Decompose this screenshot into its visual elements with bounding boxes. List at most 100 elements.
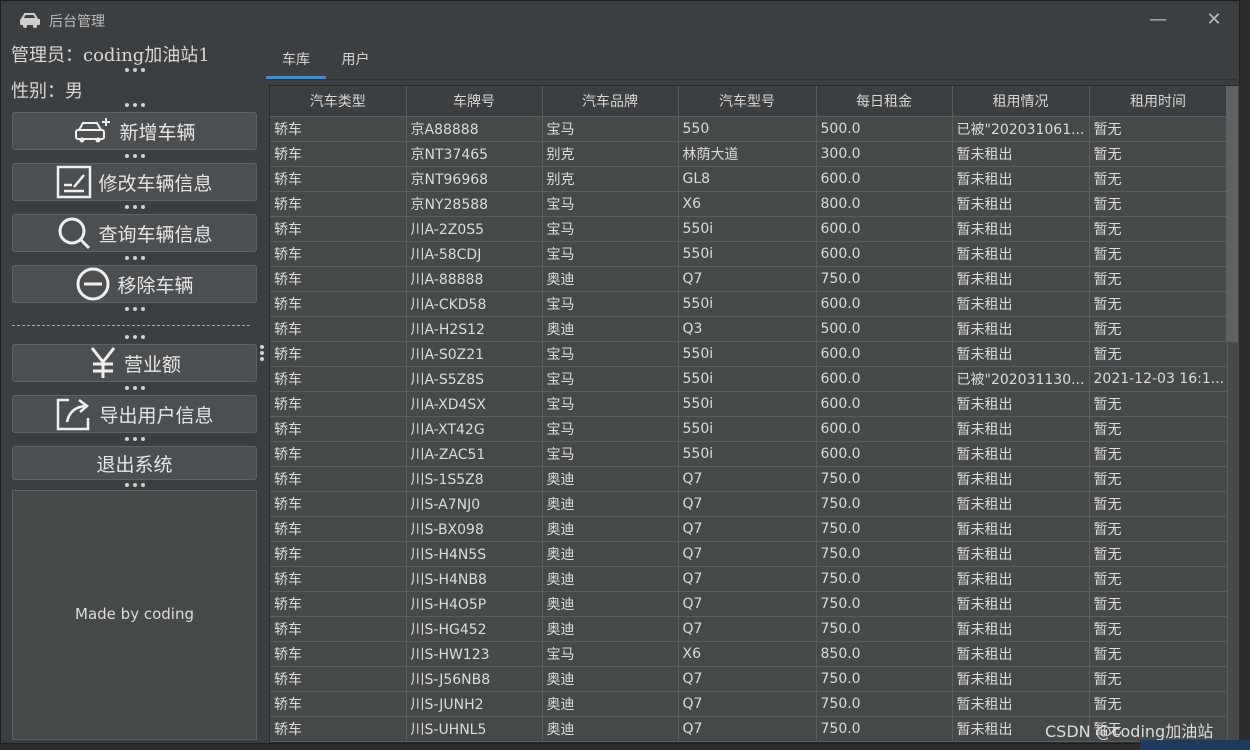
table-cell[interactable]: 750.0 (816, 666, 953, 692)
table-cell[interactable]: 川S-J56NB8 (406, 666, 543, 692)
table-cell[interactable]: 2021-12-03 16:1... (1089, 366, 1228, 392)
table-cell[interactable]: 750.0 (816, 266, 953, 292)
table-cell[interactable]: 轿车 (270, 266, 407, 292)
table-cell[interactable]: 500.0 (816, 316, 953, 342)
table-cell[interactable]: 京A88888 (406, 116, 543, 142)
table-cell[interactable]: 川S-HG452 (406, 616, 543, 642)
vertical-scrollbar[interactable] (1226, 86, 1238, 342)
table-cell[interactable]: 暂无 (1089, 191, 1228, 217)
table-cell[interactable]: 川A-XD4SX (406, 391, 543, 417)
table-cell[interactable]: 轿车 (270, 166, 407, 192)
table-cell[interactable]: 宝马 (542, 341, 679, 367)
table-row[interactable]: 轿车 川A-S0Z21 宝马 550i 600.0 暂未租出 暂无 (270, 341, 1228, 367)
table-cell[interactable]: 轿车 (270, 591, 407, 617)
table-cell[interactable]: 750.0 (816, 591, 953, 617)
table-row[interactable]: 轿车 京NY28588 宝马 X6 800.0 暂未租出 暂无 (270, 191, 1228, 217)
table-cell[interactable]: 暂无 (1089, 466, 1228, 492)
table-cell[interactable]: 宝马 (542, 291, 679, 317)
table-cell[interactable]: 750.0 (816, 616, 953, 642)
table-cell[interactable]: 轿车 (270, 216, 407, 242)
table-cell[interactable]: 宝马 (542, 366, 679, 392)
table-cell[interactable]: 暂无 (1089, 116, 1228, 142)
table-cell[interactable]: 川A-2Z0S5 (406, 216, 543, 242)
table-cell[interactable]: 奥迪 (542, 516, 679, 542)
table-cell[interactable]: 川S-1S5Z8 (406, 466, 543, 492)
vertical-splitter-handle[interactable] (260, 345, 264, 363)
edit-vehicle-button[interactable]: 修改车辆信息 (12, 163, 257, 201)
table-cell[interactable]: 暂无 (1089, 566, 1228, 592)
table-cell[interactable]: Q7 (678, 266, 817, 292)
table-cell[interactable]: 600.0 (816, 291, 953, 317)
table-cell[interactable]: 奥迪 (542, 541, 679, 567)
table-cell[interactable]: 暂未租出 (952, 691, 1090, 717)
table-cell[interactable]: 600.0 (816, 166, 953, 192)
splitter-handle[interactable] (125, 256, 145, 262)
splitter-handle[interactable] (125, 68, 145, 74)
table-row[interactable]: 轿车 川S-H4O5P 奥迪 Q7 750.0 暂未租出 暂无 (270, 591, 1228, 617)
table-row[interactable]: 轿车 京NT37465 别克 林荫大道 300.0 暂未租出 暂无 (270, 141, 1228, 167)
table-cell[interactable]: 奥迪 (542, 266, 679, 292)
table-cell[interactable]: 奥迪 (542, 691, 679, 717)
table-cell[interactable]: 川S-JUNH2 (406, 691, 543, 717)
table-row[interactable]: 轿车 川S-J56NB8 奥迪 Q7 750.0 暂未租出 暂无 (270, 666, 1228, 692)
table-cell[interactable]: 暂无 (1089, 216, 1228, 242)
table-cell[interactable]: 600.0 (816, 341, 953, 367)
table-row[interactable]: 轿车 川S-H4N5S 奥迪 Q7 750.0 暂未租出 暂无 (270, 541, 1228, 567)
query-vehicle-button[interactable]: 查询车辆信息 (12, 214, 257, 252)
table-cell[interactable]: 轿车 (270, 641, 407, 667)
table-cell[interactable]: 600.0 (816, 366, 953, 392)
table-cell[interactable]: 轿车 (270, 316, 407, 342)
table-cell[interactable]: 奥迪 (542, 591, 679, 617)
table-cell[interactable]: 奥迪 (542, 616, 679, 642)
table-cell[interactable]: 奥迪 (542, 666, 679, 692)
splitter-handle[interactable] (125, 386, 145, 392)
close-button[interactable]: ✕ (1201, 9, 1227, 31)
table-cell[interactable]: 暂无 (1089, 316, 1228, 342)
table-cell[interactable]: 750.0 (816, 691, 953, 717)
table-cell[interactable]: 川S-A7NJ0 (406, 491, 543, 517)
table-cell[interactable]: 轿车 (270, 341, 407, 367)
table-cell[interactable]: 奥迪 (542, 316, 679, 342)
table-cell[interactable]: 京NY28588 (406, 191, 543, 217)
table-cell[interactable]: 宝马 (542, 191, 679, 217)
table-cell[interactable]: 奥迪 (542, 491, 679, 517)
splitter-handle[interactable] (125, 335, 145, 341)
table-cell[interactable]: Q7 (678, 691, 817, 717)
table-cell[interactable]: 已被"202031130... (952, 366, 1090, 392)
table-cell[interactable]: 京NT37465 (406, 141, 543, 167)
table-cell[interactable]: 暂无 (1089, 541, 1228, 567)
column-header[interactable]: 汽车类型 (270, 86, 407, 117)
table-cell[interactable]: 暂未租出 (952, 266, 1090, 292)
table-cell[interactable]: 轿车 (270, 666, 407, 692)
table-cell[interactable]: 暂未租出 (952, 291, 1090, 317)
table-cell[interactable]: 750.0 (816, 566, 953, 592)
table-cell[interactable]: 川S-HW123 (406, 641, 543, 667)
table-cell[interactable]: Q7 (678, 591, 817, 617)
table-row[interactable]: 轿车 川S-A7NJ0 奥迪 Q7 750.0 暂未租出 暂无 (270, 491, 1228, 517)
table-row[interactable]: 轿车 川S-H4NB8 奥迪 Q7 750.0 暂未租出 暂无 (270, 566, 1228, 592)
table-cell[interactable]: 轿车 (270, 491, 407, 517)
table-cell[interactable]: 轿车 (270, 541, 407, 567)
table-row[interactable]: 轿车 川A-CKD58 宝马 550i 600.0 暂未租出 暂无 (270, 291, 1228, 317)
table-cell[interactable]: 暂未租出 (952, 591, 1090, 617)
table-row[interactable]: 轿车 川A-2Z0S5 宝马 550i 600.0 暂未租出 暂无 (270, 216, 1228, 242)
table-cell[interactable]: 暂无 (1089, 666, 1228, 692)
table-cell[interactable]: 600.0 (816, 441, 953, 467)
table-cell[interactable]: 轿车 (270, 516, 407, 542)
table-cell[interactable]: 宝马 (542, 416, 679, 442)
table-cell[interactable]: 轿车 (270, 616, 407, 642)
table-cell[interactable]: 暂未租出 (952, 416, 1090, 442)
table-cell[interactable]: 川S-H4O5P (406, 591, 543, 617)
table-cell[interactable]: 川S-UHNL5 (406, 716, 543, 742)
table-cell[interactable]: 暂无 (1089, 391, 1228, 417)
table-cell[interactable]: 已被"202031061... (952, 116, 1090, 142)
table-cell[interactable]: 轿车 (270, 366, 407, 392)
table-cell[interactable]: 暂未租出 (952, 341, 1090, 367)
table-row[interactable]: 轿车 川A-58CDJ 宝马 550i 600.0 暂未租出 暂无 (270, 241, 1228, 267)
table-cell[interactable]: 800.0 (816, 191, 953, 217)
table-row[interactable]: 轿车 川A-XT42G 宝马 550i 600.0 暂未租出 暂无 (270, 416, 1228, 442)
table-cell[interactable]: Q7 (678, 541, 817, 567)
table-cell[interactable]: 暂无 (1089, 516, 1228, 542)
splitter-handle[interactable] (125, 307, 145, 313)
table-cell[interactable]: Q7 (678, 466, 817, 492)
